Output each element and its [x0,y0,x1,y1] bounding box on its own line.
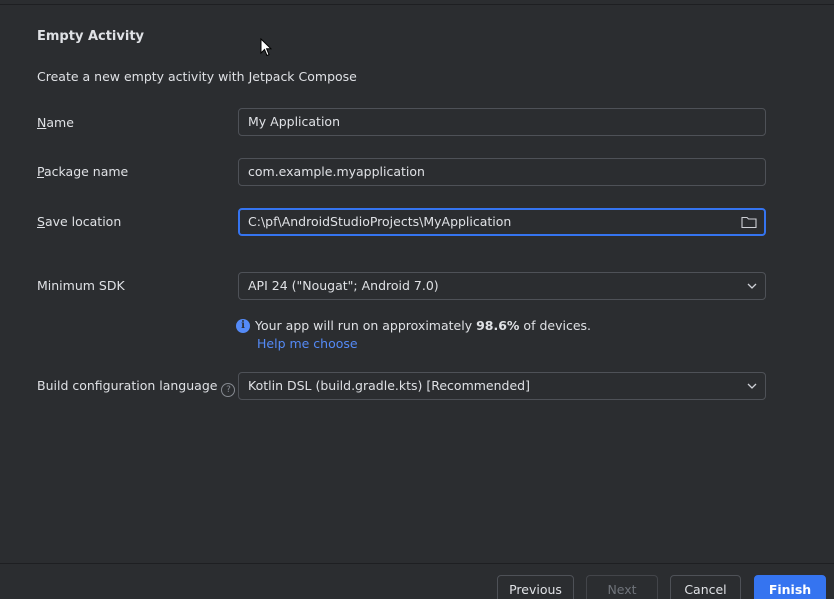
name-label-rest: ame [46,115,74,130]
top-divider [0,4,834,5]
new-project-dialog: Empty Activity Create a new empty activi… [0,0,834,599]
build-language-selected-value: Kotlin DSL (build.gradle.kts) [Recommend… [248,378,530,393]
info-icon: i [236,318,250,333]
next-button[interactable]: Next [586,575,658,599]
minimum-sdk-select[interactable]: API 24 ("Nougat"; Android 7.0) [238,272,766,300]
previous-button[interactable]: Previous [497,575,574,599]
help-me-choose-link[interactable]: Help me choose [257,336,358,351]
name-label-mnemonic: N [37,115,47,130]
sdk-coverage-percentage: 98.6% [476,318,520,333]
page-title: Empty Activity [37,29,145,44]
mouse-pointer-icon [260,38,272,57]
build-language-label: Build configuration language? [37,378,236,397]
save-location-label-mnemonic: S [37,214,45,229]
save-location-field[interactable]: C:\pf\AndroidStudioProjects\MyApplicatio… [238,208,766,236]
save-location-label-rest: ave location [44,214,122,229]
footer-divider [0,563,834,564]
page-description: Create a new empty activity with Jetpack… [37,69,357,84]
minimum-sdk-label: Minimum SDK [37,278,125,293]
save-location-label: Save location [37,214,121,229]
package-name-field[interactable]: com.example.myapplication [238,158,766,186]
finish-button[interactable]: Finish [754,575,826,599]
package-name-field-value: com.example.myapplication [248,164,425,179]
sdk-coverage-info: i Your app will run on approximately 98.… [236,318,591,333]
package-name-label: Package name [37,164,128,179]
package-name-label-mnemonic: P [37,164,44,179]
name-field[interactable]: My Application [238,108,766,136]
chevron-down-icon [747,283,757,289]
help-question-icon[interactable]: ? [221,383,236,397]
minimum-sdk-selected-value: API 24 ("Nougat"; Android 7.0) [248,278,439,293]
folder-icon[interactable] [741,215,757,229]
sdk-info-prefix: Your app will run on approximately [255,318,477,333]
package-name-label-rest: ackage name [43,164,129,179]
cancel-button[interactable]: Cancel [670,575,741,599]
save-location-field-value: C:\pf\AndroidStudioProjects\MyApplicatio… [248,214,512,229]
name-field-value: My Application [248,114,340,129]
name-label: Name [37,115,74,130]
build-language-select[interactable]: Kotlin DSL (build.gradle.kts) [Recommend… [238,372,766,400]
sdk-info-suffix: of devices. [519,318,591,333]
build-language-label-text: Build configuration language [37,378,218,393]
chevron-down-icon [747,383,757,389]
